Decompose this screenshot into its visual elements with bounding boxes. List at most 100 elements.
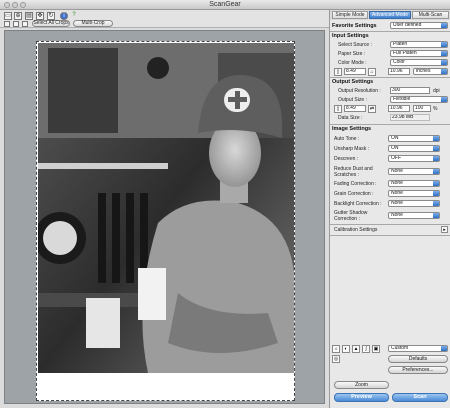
defaults-button[interactable]: Defaults [388, 355, 448, 363]
favorite-settings-select[interactable]: User defined [390, 22, 448, 29]
histogram-icon[interactable]: ▲ [352, 345, 360, 353]
chevron-down-icon [433, 136, 439, 141]
auto-tone-select[interactable]: ON [388, 135, 440, 142]
select-all-crops-button[interactable]: Select All Crops [32, 20, 70, 27]
page-icon: ▯ [334, 68, 342, 76]
dpi-unit-label: dpi [433, 88, 440, 94]
tab-advanced-mode[interactable]: Advanced Mode [369, 11, 411, 19]
settings-panel: Simple Mode Advanced Mode Multi-Scan Fav… [329, 10, 450, 408]
mode-tabs: Simple Mode Advanced Mode Multi-Scan [330, 10, 450, 20]
final-review-icon[interactable]: ◎ [332, 355, 340, 363]
chevron-down-icon [433, 146, 439, 151]
delete-crop-icon[interactable] [22, 21, 28, 27]
fading-correction-label: Fading Correction : [334, 181, 377, 187]
page-icon: ▯ [334, 105, 342, 113]
reduce-dust-select[interactable]: None [388, 168, 440, 175]
grain-correction-label: Grain Correction : [334, 191, 374, 197]
gutter-shadow-label: Gutter Shadow Correction : [334, 210, 368, 222]
title-bar: ScanGear [0, 0, 450, 10]
chevron-right-icon[interactable]: ▸ [441, 226, 448, 233]
grain-correction-select[interactable]: None [388, 190, 440, 197]
output-settings-heading: Output Settings [332, 79, 374, 85]
chevron-down-icon [433, 201, 439, 206]
tab-multi-scan[interactable]: Multi-Scan [412, 11, 449, 19]
move-icon[interactable]: ✥ [36, 12, 44, 20]
paper-size-select[interactable]: Full Platen [390, 50, 448, 57]
chevron-down-icon [433, 156, 439, 161]
divider [330, 224, 450, 225]
auto-tone-label: Auto Tone : [334, 136, 360, 142]
chevron-down-icon [441, 42, 447, 47]
scan-icon[interactable]: ▤ [25, 12, 33, 20]
output-height-field[interactable]: 10.96 [388, 105, 410, 112]
data-size-value: 23.98 MB [390, 114, 430, 121]
output-size-label: Output Size : [338, 97, 367, 103]
chevron-down-icon [433, 213, 439, 218]
zoom-button[interactable]: Zoom [334, 381, 389, 389]
toolbar: ▭ ⊕ ▤ ✥ ↻ i ? Select All Crops Multi-Cro… [0, 10, 329, 28]
crop-icon[interactable] [4, 21, 10, 27]
threshold-icon[interactable]: ▣ [372, 345, 380, 353]
scale-field[interactable]: 100 [413, 105, 431, 112]
input-height-field[interactable]: 10.96 [388, 68, 410, 75]
info-icon[interactable]: i [60, 12, 68, 20]
unit-select[interactable]: inches [413, 68, 448, 75]
input-width-field[interactable]: 8.49 [344, 68, 366, 75]
window-title: ScanGear [209, 1, 241, 8]
gutter-shadow-select[interactable]: None [388, 212, 440, 219]
color-mode-select[interactable]: Color [390, 59, 448, 66]
favorite-settings-label: Favorite Settings [332, 23, 377, 29]
data-size-label: Data Size : [338, 115, 363, 121]
unsharp-mask-select[interactable]: ON [388, 145, 440, 152]
chevron-down-icon [433, 169, 439, 174]
output-resolution-field[interactable]: 300 [390, 87, 430, 94]
contrast-icon[interactable]: ◐ [342, 345, 350, 353]
tab-simple-mode[interactable]: Simple Mode [332, 11, 368, 19]
rotate-icon[interactable]: ↻ [47, 12, 55, 20]
fading-correction-select[interactable]: None [388, 180, 440, 187]
unsharp-mask-label: Unsharp Mask : [334, 146, 370, 152]
chevron-down-icon [441, 97, 447, 102]
preview-button[interactable]: Preview [334, 393, 389, 402]
multi-crop-button[interactable]: Multi-Crop [73, 20, 113, 27]
rotate-crop-icon[interactable] [13, 21, 19, 27]
calibration-settings-label[interactable]: Calibration Settings [334, 227, 377, 233]
percent-unit-label: % [433, 106, 438, 112]
descreen-select[interactable]: OFF [388, 155, 440, 162]
scangear-window: ScanGear ▭ ⊕ ▤ ✥ ↻ i ? Select All Crops … [0, 0, 450, 408]
select-source-select[interactable]: Platen [390, 41, 448, 48]
select-source-label: Select Source : [338, 42, 372, 48]
preferences-button[interactable]: Preferences... [388, 366, 448, 374]
divider [330, 77, 450, 78]
swap-orientation-icon[interactable]: ⇄ [368, 105, 376, 113]
backlight-correction-label: Backlight Correction : [334, 201, 382, 207]
chevron-down-icon [433, 181, 439, 186]
output-width-field[interactable]: 8.49 [344, 105, 366, 112]
output-resolution-label: Output Resolution : [338, 88, 381, 94]
backlight-correction-select[interactable]: None [388, 200, 440, 207]
scanned-photo [38, 43, 294, 373]
preview-area[interactable] [4, 30, 325, 404]
zoom-icon[interactable]: ⊕ [14, 12, 22, 20]
tone-preset-select[interactable]: Custom [388, 345, 448, 352]
image-settings-heading: Image Settings [332, 126, 372, 132]
chevron-down-icon [441, 23, 447, 28]
chevron-down-icon [433, 191, 439, 196]
scan-button[interactable]: Scan [392, 393, 448, 402]
output-size-select[interactable]: Flexible [390, 96, 448, 103]
chevron-down-icon [441, 69, 447, 74]
brightness-icon[interactable]: ☼ [332, 345, 340, 353]
reduce-dust-label: Reduce Dust and Scratches : [334, 166, 373, 178]
paper-size-label: Paper Size : [338, 51, 366, 57]
descreen-label: Descreen : [334, 156, 359, 162]
divider [330, 124, 450, 125]
help-icon[interactable]: ? [70, 12, 78, 20]
chevron-down-icon [441, 60, 447, 65]
divider [330, 31, 450, 32]
marquee-icon[interactable]: ▭ [4, 12, 12, 20]
input-settings-heading: Input Settings [332, 33, 369, 39]
tone-curve-icon[interactable]: ∫ [362, 345, 370, 353]
lock-aspect-icon[interactable]: ⌂ [368, 68, 376, 76]
chevron-down-icon [441, 346, 447, 351]
scan-page [36, 41, 295, 401]
